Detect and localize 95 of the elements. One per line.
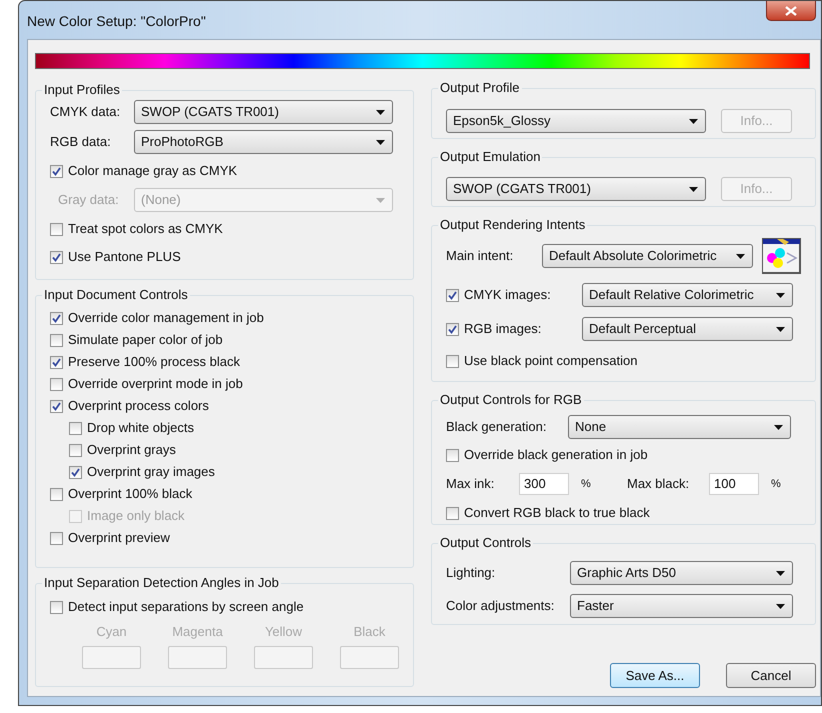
group-title: Input Separation Detection Angles in Job [42,575,281,591]
unit-label: % [771,476,781,492]
field-label: Max black: [627,475,690,494]
checkbox-label: Detect input separations by screen angle [68,598,304,616]
checkbox-label: Overprint preview [68,529,170,548]
group-title: Output Rendering Intents [438,217,588,233]
angle-field[interactable] [168,646,227,668]
angle-label: Cyan [96,623,127,641]
checkbox[interactable] [69,466,82,478]
field-label: Main intent: [446,247,514,266]
dropdown-arrow-icon [376,198,385,202]
checkbox[interactable] [50,400,63,412]
checkbox[interactable] [50,356,63,368]
field-label: Color adjustments: [446,597,556,616]
dropdown-arrow-icon [689,186,698,192]
dropdown[interactable]: Default Relative Colorimetric [582,283,793,307]
color-picker-button[interactable] [762,238,801,274]
dropdown[interactable]: ProPhotoRGB [134,130,393,154]
dropdown[interactable]: Default Perceptual [582,317,793,341]
group-title: Output Emulation [438,149,542,165]
dropdown-arrow-icon [376,110,385,114]
dropdown[interactable]: SWOP (CGATS TR001) [446,177,706,201]
checkbox[interactable] [50,222,63,236]
number-field[interactable]: 300 [519,473,569,495]
angle-label: Black [354,623,386,641]
dropdown-arrow-icon [376,140,385,144]
close-button[interactable] [766,1,816,21]
checkbox-label: Image only black [87,507,185,526]
group-title: Input Profiles [42,82,122,98]
checkbox[interactable] [69,444,82,456]
dropdown[interactable]: Graphic Arts D50 [570,561,793,585]
dropdown[interactable]: SWOP (CGATS TR001) [134,100,393,124]
dropdown-arrow-icon [776,326,785,332]
group-title: Output Controls [438,535,534,551]
checkbox-label: Overprint gray images [87,463,215,482]
checkbox-label: Override color management in job [68,309,264,328]
checkbox-label: Drop white objects [87,419,194,438]
checkbox[interactable] [50,488,63,500]
dropdown[interactable]: None [568,415,791,439]
checkbox[interactable] [50,600,63,614]
dropdown-arrow-icon [776,604,785,608]
checkbox-label: Overprint grays [87,441,176,460]
group-title: Output Controls for RGB [438,392,584,408]
checkbox[interactable] [50,378,63,390]
dropdown-arrow-icon [776,570,785,576]
checkbox-label: Override black generation in job [464,446,648,464]
checkbox-label: Use black point compensation [464,352,638,370]
dialog-button[interactable]: Cancel [726,663,816,688]
checkbox-label: CMYK images: [464,286,551,304]
checkbox-label: RGB images: [464,320,542,338]
angle-label: Yellow [264,623,302,641]
checkbox-label: Color manage gray as CMYK [68,162,238,180]
checkbox[interactable] [50,334,63,346]
checkbox[interactable] [446,322,459,336]
checkbox-label: Treat spot colors as CMYK [68,220,223,238]
field-label: Gray data: [57,191,120,210]
field-label: RGB data: [50,133,112,152]
checkbox-label: Use Pantone PLUS [68,248,181,266]
dropdown[interactable]: Default Absolute Colorimetric [542,244,753,268]
checkbox-label: Convert RGB black to true black [464,504,650,522]
checkbox[interactable] [50,312,63,324]
checkbox-label: Override overprint mode in job [68,375,243,394]
checkbox-label: Overprint process colors [68,397,209,416]
field-label: Max ink: [446,475,496,494]
angle-label: Magenta [172,623,223,641]
field-label: Lighting: [446,564,496,582]
checkbox[interactable] [446,506,459,520]
checkbox[interactable] [446,288,459,302]
checkbox[interactable] [50,532,63,544]
checkbox[interactable] [50,250,63,264]
dropdown-arrow-icon [776,292,785,298]
checkbox[interactable] [446,354,459,368]
dropdown-arrow-icon [774,424,783,430]
checkbox-label: Preserve 100% process black [68,353,240,372]
checkbox-label: Overprint 100% black [68,485,192,504]
number-field[interactable]: 100 [709,473,759,495]
group-title: Output Profile [438,80,522,96]
field-label: Black generation: [446,418,548,436]
checkbox[interactable] [69,422,82,434]
angle-field[interactable] [254,646,313,668]
checkbox-label: Simulate paper color of job [68,331,223,350]
dropdown[interactable]: Faster [570,594,793,618]
dialog-button[interactable]: Save As... [610,663,700,688]
close-icon [785,6,797,16]
angle-field[interactable] [340,646,399,668]
dropdown-arrow-icon [736,254,745,258]
checkbox[interactable] [446,448,459,462]
group-title: Input Document Controls [42,287,190,303]
unit-label: % [581,476,591,492]
checkbox[interactable] [50,164,63,178]
window-title: New Color Setup: "ColorPro" [27,12,206,31]
dropdown[interactable]: Epson5k_Glossy [446,109,706,133]
dropdown-arrow-icon [689,118,698,124]
field-label: CMYK data: [50,103,122,122]
angle-field[interactable] [82,646,141,668]
